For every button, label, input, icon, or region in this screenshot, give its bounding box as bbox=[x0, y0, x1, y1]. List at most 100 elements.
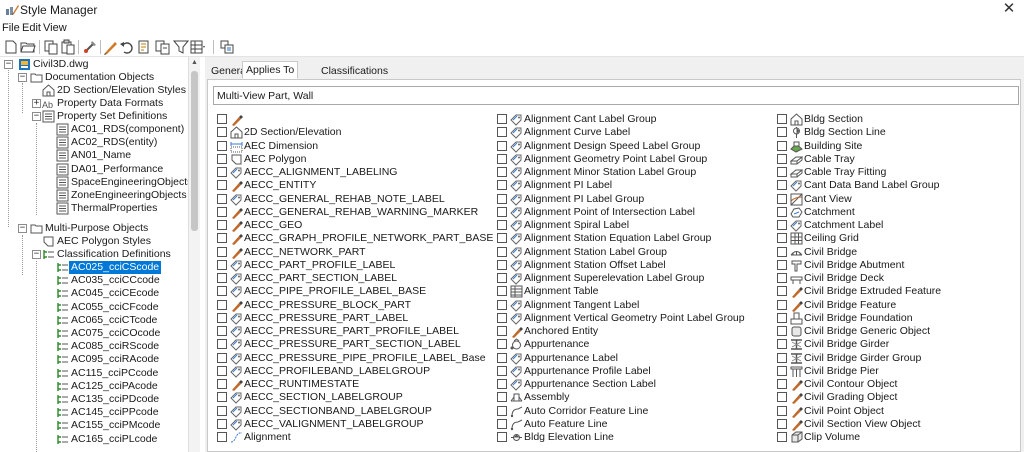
applies-to-item[interactable]: AECC_GRAPH_PROFILE_NETWORK_PART_BASE bbox=[217, 232, 493, 246]
tree-item-documentation-objects[interactable]: − Documentation Objects bbox=[18, 71, 188, 84]
applies-to-checkbox[interactable] bbox=[217, 206, 227, 217]
applies-to-checkbox[interactable] bbox=[497, 339, 507, 350]
applies-to-item[interactable]: Civil Grading Object bbox=[777, 391, 1024, 405]
applies-to-checkbox[interactable] bbox=[217, 326, 227, 336]
applies-to-checkbox[interactable] bbox=[497, 432, 507, 442]
applies-to-item[interactable]: Cable Tray bbox=[777, 153, 1024, 166]
tree-item-property-set[interactable]: AC02_RDS(entity) bbox=[50, 136, 190, 149]
applies-to-item[interactable]: Alignment Superelevation Label Group bbox=[497, 272, 767, 285]
tree-item-classification[interactable]: AC045_cciCEcode bbox=[50, 287, 190, 300]
applies-to-item[interactable]: Alignment Curve Label bbox=[497, 126, 767, 139]
open-icon[interactable] bbox=[20, 39, 36, 55]
applies-to-checkbox[interactable] bbox=[497, 365, 507, 376]
applies-to-item[interactable]: Civil Bridge Abutment bbox=[777, 259, 1024, 272]
applies-to-item[interactable]: Appurtenance Label bbox=[497, 352, 767, 365]
applies-to-item[interactable]: Appurtenance bbox=[497, 338, 767, 351]
tree-item-property-set[interactable]: ThermalProperties bbox=[50, 202, 190, 215]
applies-to-checkbox[interactable] bbox=[217, 140, 227, 151]
applies-to-item[interactable]: 2D Section/Elevation bbox=[217, 126, 487, 139]
collapse-toggle[interactable]: − bbox=[32, 112, 41, 121]
applies-to-item[interactable]: AECC_GENERAL_REHAB_WARNING_MARKER bbox=[217, 206, 487, 219]
view-icon[interactable] bbox=[190, 39, 206, 55]
applies-to-item[interactable]: Appurtenance Profile Label bbox=[497, 365, 767, 378]
tree-item-classification[interactable]: AC165_cciPLcode bbox=[50, 433, 190, 446]
applies-to-checkbox[interactable] bbox=[497, 193, 507, 204]
applies-to-checkbox[interactable] bbox=[777, 140, 787, 151]
applies-to-checkbox[interactable] bbox=[217, 312, 227, 323]
tree-item-property-set[interactable]: AN01_Name bbox=[50, 149, 190, 162]
tree-item-classification[interactable]: AC085_cciRScode bbox=[50, 340, 190, 353]
applies-to-item[interactable]: AECC_PRESSURE_PART_LABEL bbox=[217, 312, 487, 325]
applies-to-item[interactable]: Civil Bridge Girder Group bbox=[777, 352, 1024, 365]
applies-to-checkbox[interactable] bbox=[497, 233, 507, 244]
tree-item-classification[interactable]: AC075_cciCOcode bbox=[50, 327, 190, 340]
applies-to-item[interactable]: AECC_PRESSURE_PART_SECTION_LABEL bbox=[217, 338, 487, 351]
collapse-toggle[interactable]: − bbox=[18, 224, 27, 233]
applies-to-checkbox[interactable] bbox=[217, 339, 227, 350]
applies-to-checkbox[interactable] bbox=[217, 299, 227, 310]
tree-item-classification[interactable]: AC135_cciPDcode bbox=[50, 393, 190, 406]
tree-item-classification[interactable]: AC025_cciCScode bbox=[50, 261, 190, 274]
applies-to-checkbox[interactable] bbox=[777, 233, 787, 244]
applies-to-item[interactable]: AECC_PIPE_PROFILE_LABEL_BASE bbox=[217, 285, 487, 298]
applies-to-item[interactable]: Civil Bridge Feature bbox=[777, 299, 1024, 312]
applies-to-checkbox[interactable] bbox=[217, 193, 227, 204]
applies-to-item[interactable]: Civil Bridge Foundation bbox=[777, 312, 1024, 325]
applies-to-checkbox[interactable] bbox=[777, 114, 787, 124]
applies-to-checkbox[interactable] bbox=[777, 326, 787, 336]
applies-to-item[interactable]: AECC_RUNTIMESTATE bbox=[217, 378, 487, 391]
paste-icon[interactable] bbox=[60, 39, 76, 55]
applies-to-item[interactable]: Civil Point Object bbox=[777, 405, 1024, 418]
applies-to-checkbox[interactable] bbox=[777, 392, 787, 403]
sort-icon[interactable] bbox=[136, 39, 152, 55]
applies-to-checkbox[interactable] bbox=[777, 153, 787, 164]
applies-to-checkbox[interactable] bbox=[497, 273, 507, 283]
new-icon[interactable] bbox=[3, 39, 19, 55]
applies-to-item[interactable]: Civil Bridge Extruded Feature bbox=[777, 285, 1024, 299]
applies-to-checkbox[interactable] bbox=[217, 379, 227, 389]
tree-item-property-set[interactable]: SpaceEngineeringObjects bbox=[50, 176, 192, 189]
tree-item-property-set[interactable]: ZoneEngineeringObjects bbox=[50, 189, 190, 202]
copy-icon[interactable] bbox=[43, 39, 59, 55]
applies-to-item[interactable]: AECC_GEO bbox=[217, 219, 487, 232]
applies-to-checkbox[interactable] bbox=[497, 153, 507, 164]
applies-to-checkbox[interactable] bbox=[217, 167, 227, 177]
object-type-field[interactable]: Multi-View Part, Wall bbox=[213, 86, 1019, 105]
applies-to-item[interactable]: Cant View bbox=[777, 193, 1024, 206]
applies-to-item[interactable]: Alignment Design Speed Label Group bbox=[497, 140, 767, 153]
applies-to-checkbox[interactable] bbox=[777, 339, 787, 350]
applies-to-item[interactable]: Bldg Section bbox=[777, 113, 1024, 126]
tree-item-classification[interactable]: AC095_cciRAcode bbox=[50, 353, 190, 366]
applies-to-item[interactable]: Alignment Minor Station Label Group bbox=[497, 166, 767, 179]
collapse-toggle[interactable]: − bbox=[4, 60, 13, 69]
applies-to-item[interactable]: AECC_PRESSURE_BLOCK_PART bbox=[217, 299, 487, 312]
applies-to-item[interactable]: AECC_NETWORK_PART bbox=[217, 246, 487, 259]
applies-to-item[interactable]: Civil Bridge Generic Object bbox=[777, 325, 1024, 338]
applies-to-checkbox[interactable] bbox=[497, 286, 507, 297]
tab-applies-to[interactable]: Applies To bbox=[242, 61, 299, 79]
applies-to-item[interactable]: Building Site bbox=[777, 140, 1024, 153]
applies-to-checkbox[interactable] bbox=[497, 180, 507, 191]
applies-to-item[interactable]: Assembly bbox=[497, 391, 767, 404]
tree-item-classification[interactable]: AC115_cciPCcode bbox=[50, 367, 190, 380]
applies-to-checkbox[interactable] bbox=[497, 299, 507, 310]
applies-to-item[interactable]: Ceiling Grid bbox=[777, 232, 1024, 245]
applies-to-checkbox[interactable] bbox=[217, 392, 227, 403]
applies-to-checkbox[interactable] bbox=[217, 153, 227, 164]
tab-classifications[interactable]: Classifications bbox=[317, 62, 392, 79]
copy-to-icon[interactable] bbox=[155, 39, 171, 55]
applies-to-checkbox[interactable] bbox=[777, 259, 787, 270]
tree-item-section-styles[interactable]: 2D Section/Elevation Styles bbox=[32, 84, 188, 97]
applies-to-checkbox[interactable] bbox=[777, 299, 787, 310]
applies-to-item[interactable]: Catchment Label bbox=[777, 219, 1024, 232]
applies-to-item[interactable]: Civil Bridge Pier bbox=[777, 365, 1024, 378]
applies-to-item[interactable]: AECC_ENTITY bbox=[217, 179, 487, 193]
applies-to-checkbox[interactable] bbox=[497, 379, 507, 389]
applies-to-item[interactable]: Alignment Station Offset Label bbox=[497, 259, 767, 272]
tree-item-aec-polygon-styles[interactable]: AEC Polygon Styles bbox=[32, 235, 188, 248]
applies-to-item[interactable]: Anchored Entity bbox=[497, 325, 767, 338]
applies-to-checkbox[interactable] bbox=[497, 392, 507, 403]
applies-to-item[interactable]: Bldg Section Line bbox=[777, 126, 1024, 139]
applies-to-checkbox[interactable] bbox=[497, 206, 507, 217]
applies-to-item[interactable]: AECC_GENERAL_REHAB_NOTE_LABEL bbox=[217, 193, 487, 206]
